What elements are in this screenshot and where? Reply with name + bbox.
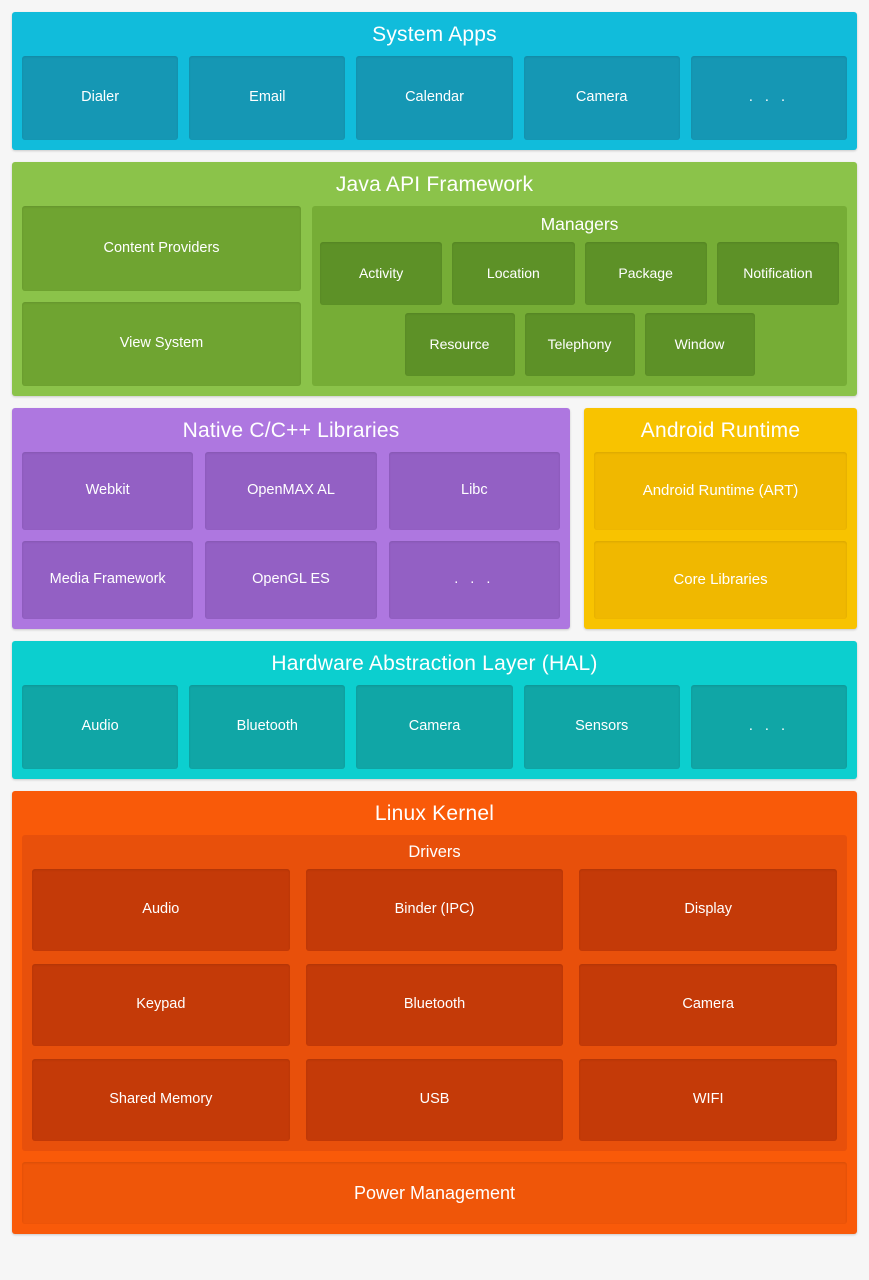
native-and-runtime-row: Native C/C++ Libraries Webkit OpenMAX AL…	[12, 408, 857, 629]
drivers-group: Drivers Audio Binder (IPC) Display Keypa…	[22, 835, 847, 1151]
tile-driver-shared-memory[interactable]: Shared Memory	[32, 1059, 290, 1141]
layer-native-libraries: Native C/C++ Libraries Webkit OpenMAX AL…	[12, 408, 570, 629]
managers-group: Managers Activity Location Package Notif…	[312, 206, 847, 386]
system-apps-tile-row: Dialer Email Calendar Camera . . .	[22, 56, 848, 140]
managers-row-2-wrapper: Resource Telephony Window	[320, 305, 839, 376]
tile-hal-camera[interactable]: Camera	[356, 685, 513, 769]
layer-title-java-api-framework: Java API Framework	[335, 173, 534, 196]
tile-resource-manager[interactable]: Resource	[404, 313, 515, 376]
tile-webkit[interactable]: Webkit	[22, 452, 194, 530]
tile-driver-bluetooth[interactable]: Bluetooth	[305, 964, 564, 1046]
tile-driver-usb[interactable]: USB	[305, 1059, 564, 1141]
tile-hal-audio[interactable]: Audio	[22, 685, 179, 769]
managers-title: Managers	[540, 214, 619, 234]
drivers-row-1: Audio Binder (IPC) Display	[32, 869, 838, 951]
layer-title-linux-kernel: Linux Kernel	[374, 802, 495, 825]
tile-activity-manager[interactable]: Activity	[320, 242, 443, 305]
tile-driver-keypad[interactable]: Keypad	[32, 964, 290, 1046]
android-runtime-row-2: Core Libraries	[594, 541, 847, 619]
java-framework-body: Content Providers View System Managers A…	[22, 206, 847, 386]
java-framework-left-column: Content Providers View System	[22, 206, 301, 386]
tile-libc[interactable]: Libc	[388, 452, 560, 530]
tile-content-providers[interactable]: Content Providers	[22, 206, 301, 291]
drivers-row-2: Keypad Bluetooth Camera	[32, 964, 838, 1046]
tile-location-manager[interactable]: Location	[452, 242, 575, 305]
layer-title-android-runtime: Android Runtime	[640, 419, 801, 442]
tile-power-management[interactable]: Power Management	[22, 1162, 847, 1224]
tile-openmax-al[interactable]: OpenMAX AL	[205, 452, 377, 530]
tile-dialer[interactable]: Dialer	[22, 56, 179, 140]
tile-more-system-apps[interactable]: . . .	[690, 56, 848, 140]
tile-media-framework[interactable]: Media Framework	[22, 541, 194, 619]
tile-telephony-manager[interactable]: Telephony	[524, 313, 635, 376]
tile-opengl-es[interactable]: OpenGL ES	[205, 541, 377, 619]
layer-title-hal: Hardware Abstraction Layer (HAL)	[271, 652, 598, 675]
tile-calendar[interactable]: Calendar	[356, 56, 513, 140]
tile-email[interactable]: Email	[189, 56, 346, 140]
tile-window-manager[interactable]: Window	[644, 313, 755, 376]
layer-title-system-apps: System Apps	[372, 23, 497, 46]
native-libraries-row-1: Webkit OpenMAX AL Libc	[22, 452, 560, 530]
tile-hal-sensors[interactable]: Sensors	[523, 685, 680, 769]
tile-notification-manager[interactable]: Notification	[716, 242, 839, 305]
layer-system-apps: System Apps Dialer Email Calendar Camera…	[12, 12, 857, 150]
drivers-row-3: Shared Memory USB WIFI	[32, 1059, 838, 1141]
layer-linux-kernel: Linux Kernel Drivers Audio Binder (IPC) …	[12, 791, 857, 1234]
tile-camera[interactable]: Camera	[523, 56, 680, 140]
tile-more-native-libraries[interactable]: . . .	[388, 541, 560, 619]
tile-more-hal[interactable]: . . .	[690, 685, 848, 769]
tile-view-system[interactable]: View System	[22, 301, 301, 386]
native-libraries-row-2: Media Framework OpenGL ES . . .	[22, 541, 560, 619]
drivers-title: Drivers	[408, 843, 461, 861]
android-runtime-row-1: Android Runtime (ART)	[594, 452, 847, 530]
tile-driver-camera[interactable]: Camera	[579, 964, 838, 1046]
tile-driver-binder-ipc[interactable]: Binder (IPC)	[305, 869, 564, 951]
layer-android-runtime: Android Runtime Android Runtime (ART) Co…	[584, 408, 857, 629]
tile-core-libraries[interactable]: Core Libraries	[594, 541, 847, 619]
managers-row-2: Resource Telephony Window	[320, 313, 839, 376]
tile-hal-bluetooth[interactable]: Bluetooth	[189, 685, 346, 769]
hal-tile-row: Audio Bluetooth Camera Sensors . . .	[22, 685, 848, 769]
tile-package-manager[interactable]: Package	[584, 242, 707, 305]
tile-driver-wifi[interactable]: WIFI	[579, 1059, 838, 1141]
tile-driver-audio[interactable]: Audio	[32, 869, 290, 951]
layer-hardware-abstraction: Hardware Abstraction Layer (HAL) Audio B…	[12, 641, 857, 779]
tile-android-runtime-art[interactable]: Android Runtime (ART)	[594, 452, 847, 530]
layer-title-native-libraries: Native C/C++ Libraries	[182, 419, 400, 442]
android-architecture-diagram: System Apps Dialer Email Calendar Camera…	[0, 0, 869, 1280]
tile-driver-display[interactable]: Display	[579, 869, 838, 951]
managers-row-1: Activity Location Package Notification	[320, 242, 839, 305]
layer-java-api-framework: Java API Framework Content Providers Vie…	[12, 162, 857, 396]
